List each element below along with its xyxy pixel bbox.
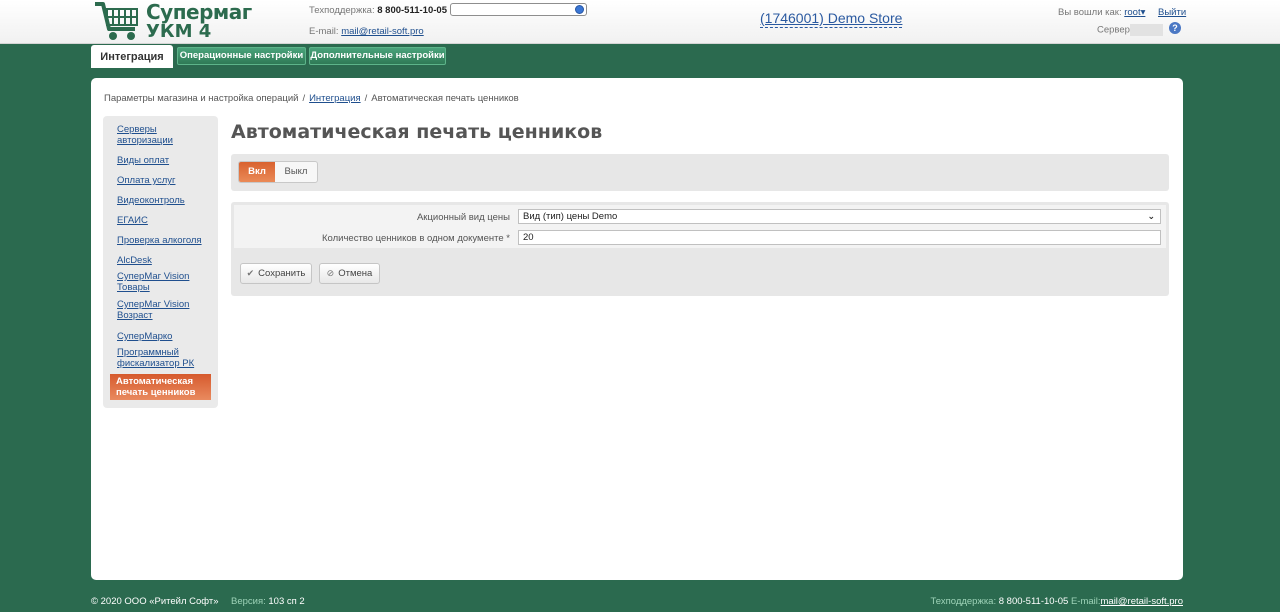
- on-off-toggle: Вкл Выкл: [238, 161, 318, 183]
- logo[interactable]: Супермаг УКМ 4: [93, 0, 252, 44]
- logo-subtitle: УКМ 4: [146, 21, 212, 42]
- sidebar-item-egais[interactable]: ЕГАИС: [117, 215, 207, 226]
- cancel-button-label: Отмена: [338, 268, 373, 279]
- save-button-label: Сохранить: [258, 268, 306, 279]
- sidebar-item-software-fiscalizer[interactable]: Программный фискализатор РК: [117, 347, 207, 369]
- settings-form: Акционный вид цены Вид (тип) цены Demo ⌄…: [231, 202, 1169, 296]
- search-input[interactable]: [450, 3, 587, 16]
- count-label-text: Количество ценников в одном документе: [322, 233, 504, 244]
- footer-email-link[interactable]: mail@retail-soft.pro: [1101, 596, 1184, 607]
- login-label: Вы вошли как:: [1058, 7, 1122, 18]
- chevron-down-icon: ⌄: [1147, 211, 1155, 221]
- breadcrumb-current: Автоматическая печать ценников: [371, 93, 519, 104]
- version-info: Версия: 103 сп 2: [231, 596, 305, 607]
- footer-contacts: Техподдержка: 8 800-511-10-05 E-mail:mai…: [931, 596, 1184, 607]
- breadcrumb-separator: /: [302, 93, 306, 104]
- sidebar-item-payment-types[interactable]: Виды оплат: [117, 155, 207, 166]
- toggle-off-button[interactable]: Выкл: [275, 162, 317, 182]
- breadcrumb-separator: /: [364, 93, 368, 104]
- server-value-redacted: [1129, 24, 1163, 36]
- footer: © 2020 ООО «Ритейл Софт» Версия: 103 сп …: [0, 592, 1280, 612]
- help-icon[interactable]: ?: [1169, 22, 1181, 34]
- price-type-select[interactable]: Вид (тип) цены Demo ⌄: [518, 209, 1161, 224]
- sidebar-item-service-payment[interactable]: Оплата услуг: [117, 175, 207, 186]
- user-name: root: [1124, 7, 1141, 18]
- sidebar-item-alcdesk[interactable]: AlcDesk: [117, 255, 207, 266]
- cancel-icon: ⊘: [326, 268, 335, 278]
- toggle-bar: Вкл Выкл: [231, 154, 1169, 191]
- top-navigation: Интеграция Операционные настройки Дополн…: [0, 45, 1280, 68]
- form-fields: Акционный вид цены Вид (тип) цены Demo ⌄…: [234, 205, 1166, 248]
- sidebar-item-vision-age[interactable]: СуперМаг Vision Возраст: [117, 299, 207, 321]
- breadcrumb-root: Параметры магазина и настройка операций: [104, 93, 299, 104]
- breadcrumb-section-link[interactable]: Интеграция: [309, 93, 361, 104]
- cancel-button[interactable]: ⊘ Отмена: [319, 263, 380, 284]
- checkmark-icon: ✔: [246, 268, 255, 278]
- copyright: © 2020 ООО «Ритейл Софт»: [91, 596, 219, 607]
- user-menu[interactable]: root▾: [1124, 7, 1145, 18]
- sidebar-item-video-control[interactable]: Видеоконтроль: [117, 195, 207, 206]
- email-link[interactable]: mail@retail-soft.pro: [341, 26, 424, 37]
- support-info: Техподдержка: 8 800-511-10-05: [309, 5, 447, 16]
- required-mark: *: [506, 233, 510, 244]
- tab-additional-settings[interactable]: Дополнительные настройки: [309, 47, 446, 65]
- app-header: Супермаг УКМ 4 Техподдержка: 8 800-511-1…: [0, 0, 1280, 44]
- email-info: E-mail: mail@retail-soft.pro: [309, 26, 424, 37]
- email-label: E-mail:: [309, 26, 339, 37]
- shopping-cart-icon: [95, 2, 138, 40]
- price-type-value: Вид (тип) цены Demo: [523, 211, 618, 222]
- breadcrumb: Параметры магазина и настройка операций /…: [104, 93, 519, 104]
- server-info: Сервер: [1097, 24, 1163, 36]
- server-label: Сервер: [1097, 24, 1130, 36]
- footer-support-phone: 8 800-511-10-05: [998, 596, 1069, 607]
- support-phone: 8 800-511-10-05: [377, 5, 447, 16]
- save-button[interactable]: ✔ Сохранить: [240, 263, 312, 284]
- sidebar-item-vision-goods[interactable]: СуперМаг Vision Товары: [117, 271, 207, 293]
- count-input[interactable]: 20: [518, 230, 1161, 245]
- sidebar-item-auth-servers[interactable]: Серверы авторизации: [117, 124, 207, 146]
- tab-operational-settings[interactable]: Операционные настройки: [177, 47, 306, 65]
- main-panel: Параметры магазина и настройка операций /…: [91, 78, 1183, 580]
- chevron-down-icon: ▾: [1140, 7, 1146, 18]
- search-icon[interactable]: [575, 5, 584, 14]
- sidebar-item-auto-price-tag-print[interactable]: Автоматическая печать ценников: [110, 374, 211, 400]
- toggle-on-button[interactable]: Вкл: [239, 162, 275, 182]
- version-label: Версия:: [231, 596, 266, 607]
- support-label: Техподдержка:: [309, 5, 375, 16]
- sidebar: Серверы авторизации Виды оплат Оплата ус…: [103, 116, 218, 408]
- store-selector[interactable]: (1746001) Demo Store: [760, 10, 903, 28]
- count-label: Количество ценников в одном документе *: [234, 233, 510, 244]
- version-value: 103 сп 2: [268, 596, 305, 607]
- tab-integration[interactable]: Интеграция: [91, 45, 173, 68]
- sidebar-item-supermarko[interactable]: СуперМарко: [117, 331, 207, 342]
- footer-email-label: E-mail:: [1070, 596, 1101, 607]
- footer-support-label: Техподдержка:: [930, 596, 997, 607]
- price-type-label: Акционный вид цены: [416, 212, 510, 223]
- login-info: Вы вошли как: root▾: [1058, 7, 1145, 18]
- logout-link[interactable]: Выйти: [1158, 7, 1186, 18]
- page-title: Автоматическая печать ценников: [231, 121, 603, 143]
- sidebar-item-alcohol-check[interactable]: Проверка алкоголя: [117, 235, 207, 246]
